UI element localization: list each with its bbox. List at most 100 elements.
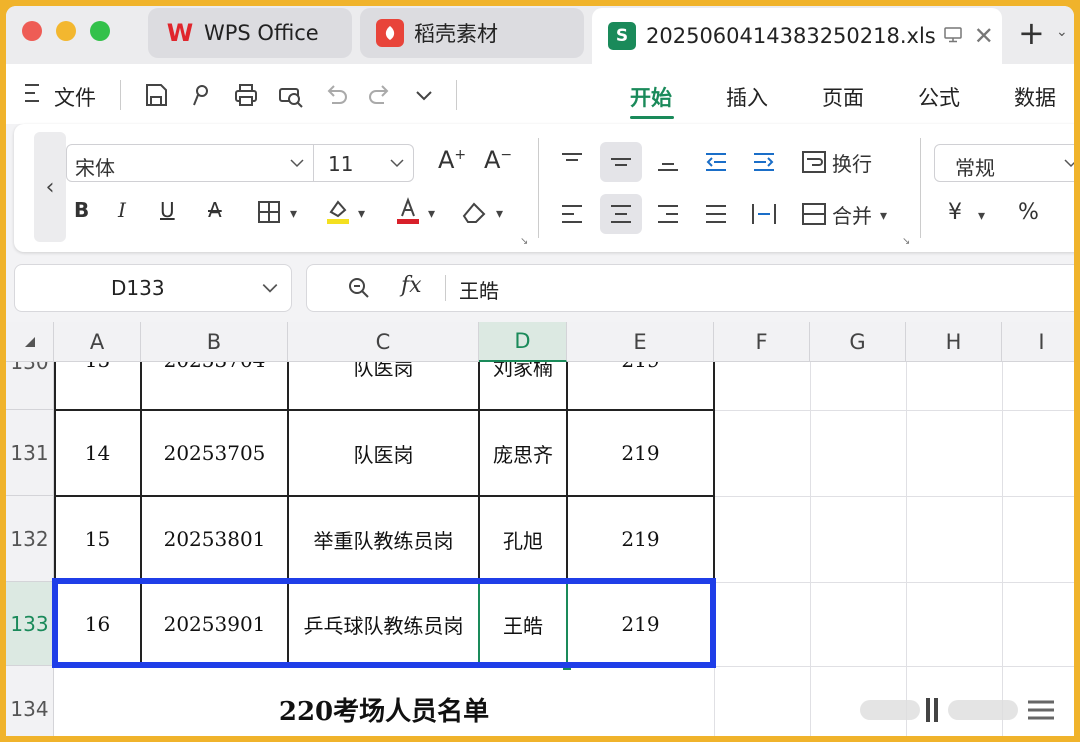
tab-formula[interactable]: 公式 xyxy=(918,82,960,112)
name-box[interactable]: D133 xyxy=(14,264,292,312)
insert-function-icon[interactable]: fx xyxy=(401,273,422,298)
tab-docer[interactable]: 稻壳素材 xyxy=(360,8,584,58)
cell-c132[interactable]: 举重队教练员岗 xyxy=(288,496,479,582)
justify-icon[interactable] xyxy=(702,200,730,228)
zoom-search-icon[interactable] xyxy=(347,276,371,300)
tab-label: WPS Office xyxy=(204,21,319,45)
clear-format-eraser-icon[interactable] xyxy=(460,198,488,226)
align-bottom-icon[interactable] xyxy=(654,148,682,176)
formula-bar[interactable]: fx 王皓 xyxy=(306,264,1074,312)
decrease-indent-icon[interactable] xyxy=(702,148,730,176)
zoom-window-button[interactable] xyxy=(90,21,110,41)
font-color-icon[interactable] xyxy=(394,196,422,224)
font-name-select[interactable]: 宋体 xyxy=(66,144,314,182)
share-icon[interactable] xyxy=(188,81,216,109)
column-header-e[interactable]: E xyxy=(567,322,714,362)
column-header-b[interactable]: B xyxy=(141,322,288,362)
wrap-text-label[interactable]: 换行 xyxy=(832,148,872,177)
cell-e130[interactable]: 219 xyxy=(567,362,714,410)
cell-c131[interactable]: 队医岗 xyxy=(288,410,479,496)
cell-d131[interactable]: 庞思齐 xyxy=(479,410,567,496)
italic-icon[interactable]: I xyxy=(118,198,126,222)
cell-b130[interactable]: 20253704 xyxy=(141,362,288,410)
strikethrough-icon[interactable]: A xyxy=(208,198,222,222)
merged-title-cell[interactable]: 220考场人员名单 xyxy=(54,666,714,736)
row-header-130[interactable]: 130 xyxy=(6,362,54,410)
column-header-d[interactable]: D xyxy=(479,322,567,362)
increase-font-size-icon[interactable]: A+ xyxy=(438,146,466,174)
close-window-button[interactable] xyxy=(22,21,42,41)
align-right-icon[interactable] xyxy=(654,200,682,228)
close-tab-icon[interactable]: ✕ xyxy=(974,22,994,50)
ribbon-scroll-left-button[interactable]: ‹ xyxy=(34,132,66,242)
align-top-icon[interactable] xyxy=(558,148,586,176)
cell-b131[interactable]: 20253705 xyxy=(141,410,288,496)
column-header-c[interactable]: C xyxy=(288,322,479,362)
underline-icon[interactable]: U xyxy=(160,198,175,222)
merge-cells-icon[interactable] xyxy=(800,200,828,228)
spreadsheet-grid[interactable]: A B C D E F G H I 130 131 132 133 134 15… xyxy=(6,322,1074,736)
chevron-down-icon[interactable]: ▾ xyxy=(880,208,887,224)
minimize-window-button[interactable] xyxy=(56,21,76,41)
hamburger-menu-icon[interactable] xyxy=(24,82,40,108)
redo-icon[interactable] xyxy=(366,81,394,109)
select-all-corner[interactable] xyxy=(6,322,54,362)
tab-page[interactable]: 页面 xyxy=(822,82,864,112)
cell-e132[interactable]: 219 xyxy=(567,496,714,582)
fill-color-icon[interactable] xyxy=(324,196,352,224)
watermark-logo xyxy=(858,692,1058,728)
column-header-f[interactable]: F xyxy=(714,322,810,362)
chevron-down-icon[interactable]: ▾ xyxy=(978,208,985,224)
bold-icon[interactable]: B xyxy=(74,198,89,222)
tab-home[interactable]: 开始 xyxy=(630,82,672,112)
tab-wps-office[interactable]: W WPS Office xyxy=(148,8,352,58)
cell-a131[interactable]: 14 xyxy=(54,410,141,496)
chevron-down-icon[interactable]: ▾ xyxy=(358,206,365,222)
tab-data[interactable]: 数据 xyxy=(1014,82,1056,112)
row-header-134[interactable]: 134 xyxy=(6,666,54,736)
tab-spreadsheet[interactable]: S 2025060414383250218.xls ✕ xyxy=(592,8,1002,64)
borders-icon[interactable] xyxy=(256,198,284,226)
cell-d132[interactable]: 孔旭 xyxy=(479,496,567,582)
cell-a132[interactable]: 15 xyxy=(54,496,141,582)
column-header-i[interactable]: I xyxy=(1002,322,1074,362)
decrease-font-size-icon[interactable]: A− xyxy=(484,146,512,174)
row-header-132[interactable]: 132 xyxy=(6,496,54,582)
font-size-select[interactable]: 11 xyxy=(314,144,414,182)
print-icon[interactable] xyxy=(232,81,260,109)
print-preview-icon[interactable] xyxy=(276,81,304,109)
column-header-h[interactable]: H xyxy=(906,322,1002,362)
tab-label: 稻壳素材 xyxy=(414,22,498,46)
column-header-a[interactable]: A xyxy=(54,322,141,362)
currency-format-icon[interactable]: ¥ xyxy=(948,200,962,225)
increase-indent-icon[interactable] xyxy=(750,148,778,176)
chevron-down-icon[interactable] xyxy=(410,81,438,109)
wrap-text-icon[interactable] xyxy=(800,148,828,176)
column-header-g[interactable]: G xyxy=(810,322,906,362)
screen-share-icon xyxy=(943,24,962,48)
distributed-align-icon[interactable] xyxy=(750,200,778,228)
cell-a130[interactable]: 15 xyxy=(54,362,141,410)
chevron-down-icon[interactable]: ▾ xyxy=(290,206,297,222)
merge-cells-label[interactable]: 合并 xyxy=(832,200,872,229)
font-name-value: 宋体 xyxy=(75,156,115,180)
cell-c130[interactable]: 队医岗 xyxy=(288,362,479,410)
align-left-icon[interactable] xyxy=(558,200,586,228)
chevron-down-icon[interactable]: ⌄ xyxy=(1056,24,1068,40)
chevron-down-icon[interactable]: ▾ xyxy=(428,206,435,222)
number-format-select[interactable]: 常规 xyxy=(934,144,1074,182)
row-header-133[interactable]: 133 xyxy=(6,582,54,666)
undo-icon[interactable] xyxy=(322,81,350,109)
file-menu[interactable]: 文件 xyxy=(54,82,96,112)
alignment-dialog-launcher-icon[interactable]: ↘ xyxy=(902,236,910,247)
cell-d130[interactable]: 刘家楠 xyxy=(479,362,567,410)
cell-b132[interactable]: 20253801 xyxy=(141,496,288,582)
font-dialog-launcher-icon[interactable]: ↘ xyxy=(520,236,528,247)
percent-format-icon[interactable]: % xyxy=(1018,200,1039,225)
chevron-down-icon[interactable]: ▾ xyxy=(496,206,503,222)
cell-e131[interactable]: 219 xyxy=(567,410,714,496)
save-icon[interactable] xyxy=(142,81,170,109)
tab-insert[interactable]: 插入 xyxy=(726,82,768,112)
new-tab-icon[interactable]: + xyxy=(1018,14,1045,52)
row-header-131[interactable]: 131 xyxy=(6,410,54,496)
